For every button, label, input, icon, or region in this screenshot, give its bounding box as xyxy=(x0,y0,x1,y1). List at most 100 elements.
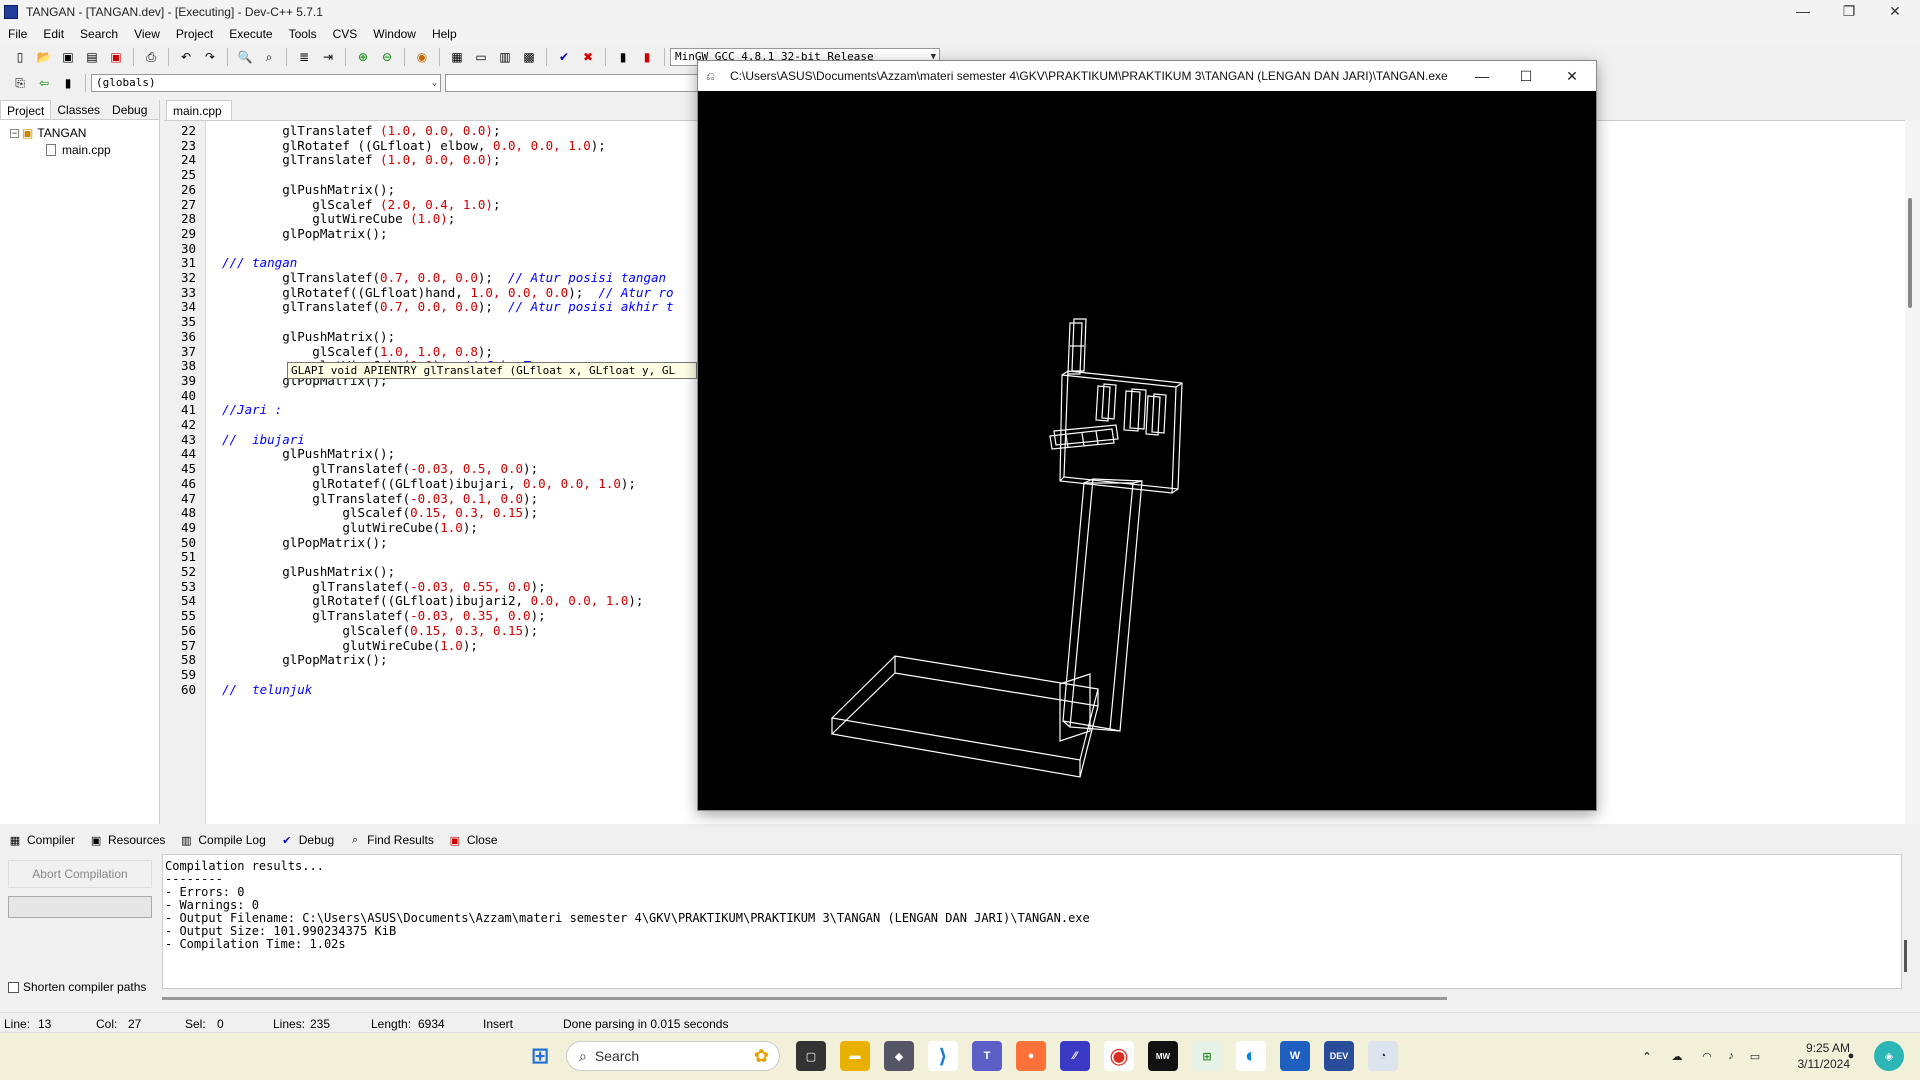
project-tree-root[interactable]: − ▣ TANGAN xyxy=(10,126,86,140)
word-icon[interactable]: W xyxy=(1280,1041,1310,1071)
tab-debug-bottom[interactable]: ✔ Debug xyxy=(280,833,334,847)
syntax-check-icon[interactable]: ✔ xyxy=(554,47,574,67)
windows-start-icon[interactable]: ⊞ xyxy=(525,1041,555,1071)
code-line[interactable]: glRotatef ((GLfloat) elbow, 0.0, 0.0, 1.… xyxy=(222,138,606,153)
menu-window[interactable]: Window xyxy=(365,27,424,41)
open-file-icon[interactable]: 📂 xyxy=(34,47,54,67)
code-line[interactable]: glTranslatef (1.0, 0.0, 0.0); xyxy=(222,123,500,138)
stop-execution-icon[interactable]: ✖ xyxy=(578,47,598,67)
menu-edit[interactable]: Edit xyxy=(35,27,72,41)
menu-search[interactable]: Search xyxy=(72,27,126,41)
code-line[interactable]: // ibujari xyxy=(222,432,305,447)
devcpp-taskbar-icon[interactable]: DEV xyxy=(1324,1041,1354,1071)
code-line[interactable]: glRotatef((GLfloat)ibujari, 0.0, 0.0, 1.… xyxy=(222,476,636,491)
taskbar-search[interactable]: ⌕ Search ✿ xyxy=(566,1041,780,1071)
rebuild-icon[interactable]: ▩ xyxy=(519,47,539,67)
opengl-window-titlebar[interactable]: ⎌ C:\Users\ASUS\Documents\Azzam\materi s… xyxy=(698,61,1596,91)
close-file-icon[interactable]: ▣ xyxy=(106,47,126,67)
close-button[interactable]: ✕ xyxy=(1872,0,1918,24)
file-explorer-icon[interactable]: ▬ xyxy=(840,1041,870,1071)
code-line[interactable]: glRotatef((GLfloat)ibujari2, 0.0, 0.0, 1… xyxy=(222,593,643,608)
vscode-icon[interactable]: ⟩ xyxy=(928,1041,958,1071)
find-icon[interactable]: 🔍 xyxy=(235,47,255,67)
abort-compilation-button[interactable]: Abort Compilation xyxy=(8,860,152,888)
code-line[interactable]: glScalef(0.15, 0.3, 0.15); xyxy=(222,505,538,520)
code-line[interactable]: /// tangan xyxy=(222,255,297,270)
code-line[interactable]: //Jari : xyxy=(222,402,282,417)
tab-classes[interactable]: Classes xyxy=(51,100,106,119)
editor-scroll-thumb[interactable] xyxy=(1908,198,1912,308)
bookmark-icon[interactable]: ▮ xyxy=(58,73,78,93)
code-line[interactable]: glTranslatef(-0.03, 0.1, 0.0); xyxy=(222,491,538,506)
maximize-button[interactable]: ❐ xyxy=(1826,0,1872,24)
opengl-window[interactable]: ⎌ C:\Users\ASUS\Documents\Azzam\materi s… xyxy=(697,60,1597,811)
battery-icon[interactable]: ▭ xyxy=(1740,1041,1770,1071)
tab-find-results[interactable]: ⌕ Find Results xyxy=(348,833,434,847)
code-line[interactable]: glTranslatef(0.7, 0.0, 0.0); // Atur pos… xyxy=(222,270,666,285)
tab-project[interactable]: Project xyxy=(0,100,52,119)
gl-maximize-button[interactable]: ☐ xyxy=(1504,61,1548,91)
system-clock[interactable]: 9:25 AM 3/11/2024 xyxy=(1798,1040,1851,1072)
game-app-icon[interactable]: MW xyxy=(1148,1041,1178,1071)
editor-tab-main-cpp[interactable]: main.cpp xyxy=(166,100,232,120)
tab-close[interactable]: ▣ Close xyxy=(448,833,498,847)
log-vertical-scroll-thumb[interactable] xyxy=(1904,940,1907,972)
code-line[interactable]: glScalef(1.0, 1.0, 0.8); xyxy=(222,344,493,359)
network-app-icon[interactable]: ⊞ xyxy=(1192,1041,1222,1071)
replace-icon[interactable]: ⌕ xyxy=(259,47,279,67)
code-line[interactable]: glPopMatrix(); xyxy=(222,535,387,550)
goto-icon[interactable]: ⇦ xyxy=(34,73,54,93)
code-line[interactable]: glPushMatrix(); xyxy=(222,182,395,197)
chrome-icon[interactable]: ◉ xyxy=(1104,1041,1134,1071)
code-line[interactable]: glTranslatef(-0.03, 0.35, 0.0); xyxy=(222,608,545,623)
project-file-item[interactable]: main.cpp xyxy=(46,143,111,157)
log-horizontal-scroll-thumb[interactable] xyxy=(162,997,1447,1000)
project-options-icon[interactable]: ◉ xyxy=(412,47,432,67)
code-line[interactable]: glScalef (2.0, 0.4, 1.0); xyxy=(222,197,500,212)
menu-project[interactable]: Project xyxy=(168,27,221,41)
gl-close-button[interactable]: ✕ xyxy=(1550,61,1594,91)
minimize-button[interactable]: — xyxy=(1780,0,1826,24)
insert-icon[interactable]: ⎘ xyxy=(10,73,30,93)
run-icon[interactable]: ▭ xyxy=(471,47,491,67)
code-line[interactable]: glTranslatef (1.0, 0.0, 0.0); xyxy=(222,152,500,167)
firefox-icon[interactable]: ● xyxy=(1016,1041,1046,1071)
compile-icon[interactable]: ▦ xyxy=(447,47,467,67)
chevron-up-icon[interactable]: ⌃ xyxy=(1632,1041,1662,1071)
tab-debug[interactable]: Debug xyxy=(106,100,153,119)
code-line[interactable]: glTranslatef(0.7, 0.0, 0.0); // Atur pos… xyxy=(222,299,673,314)
code-line[interactable]: // telunjuk xyxy=(222,682,312,697)
edge-icon[interactable]: ◐ xyxy=(1236,1041,1266,1071)
menu-cvs[interactable]: CVS xyxy=(325,27,366,41)
add-to-project-icon[interactable]: ⊕ xyxy=(353,47,373,67)
compile-run-icon[interactable]: ▥ xyxy=(495,47,515,67)
notes-app-icon[interactable]: ⁄⁄ xyxy=(1060,1041,1090,1071)
code-line[interactable]: glutWireCube(1.0); xyxy=(222,638,477,653)
menu-help[interactable]: Help xyxy=(424,27,465,41)
code-line[interactable]: glutWireCube (1.0); xyxy=(222,211,455,226)
print-icon[interactable]: ⎙ xyxy=(141,47,161,67)
menu-file[interactable]: File xyxy=(0,27,35,41)
opengl-render-canvas[interactable] xyxy=(698,91,1596,810)
save-icon[interactable]: ▣ xyxy=(58,47,78,67)
copilot-icon[interactable]: ◈ xyxy=(1874,1041,1904,1071)
save-all-icon[interactable]: ▤ xyxy=(82,47,102,67)
indent-icon[interactable]: ⇥ xyxy=(318,47,338,67)
code-line[interactable]: glPopMatrix(); xyxy=(222,226,387,241)
menu-execute[interactable]: Execute xyxy=(221,27,280,41)
code-line[interactable]: glScalef(0.15, 0.3, 0.15); xyxy=(222,623,538,638)
code-line[interactable]: glPushMatrix(); xyxy=(222,446,395,461)
tab-compile-log[interactable]: ▥ Compile Log xyxy=(179,833,266,847)
code-line[interactable]: glRotatef((GLfloat)hand, 1.0, 0.0, 0.0);… xyxy=(222,285,673,300)
goto-line-icon[interactable]: ≣ xyxy=(294,47,314,67)
undo-icon[interactable]: ↶ xyxy=(176,47,196,67)
remove-from-project-icon[interactable]: ⊖ xyxy=(377,47,397,67)
task-view-icon[interactable]: ▢ xyxy=(796,1041,826,1071)
code-line[interactable]: glTranslatef(-0.03, 0.55, 0.0); xyxy=(222,579,545,594)
teams-icon[interactable]: T xyxy=(972,1041,1002,1071)
member-select[interactable] xyxy=(445,74,725,92)
code-line[interactable]: glPushMatrix(); xyxy=(222,564,395,579)
menu-tools[interactable]: Tools xyxy=(281,27,325,41)
code-line[interactable]: glPopMatrix(); xyxy=(222,652,387,667)
new-file-icon[interactable]: ▯ xyxy=(10,47,30,67)
